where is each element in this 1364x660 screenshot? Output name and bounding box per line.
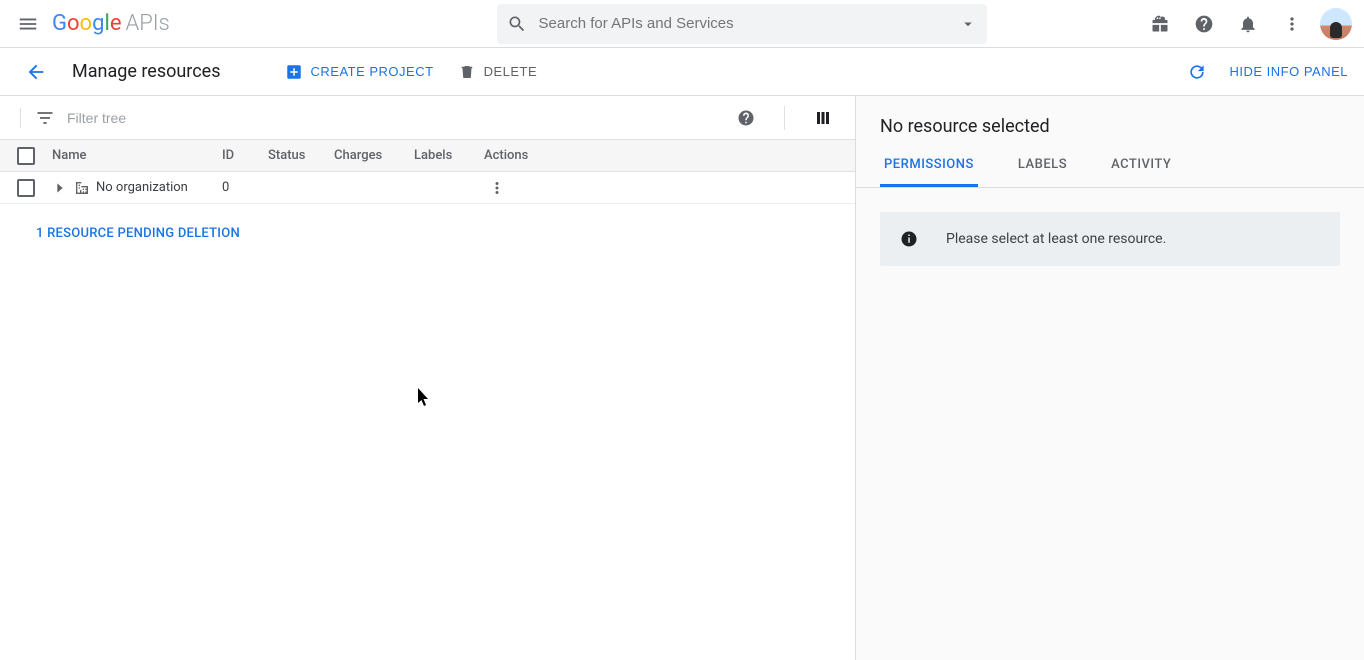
divider xyxy=(784,106,785,130)
info-panel: No resource selected PERMISSIONS LABELS … xyxy=(856,96,1364,660)
col-labels[interactable]: Labels xyxy=(414,148,484,163)
top-app-bar: Google APIs xyxy=(0,0,1364,48)
expand-chevron-icon[interactable] xyxy=(52,180,68,196)
product-name: APIs xyxy=(125,11,169,36)
info-notice-text: Please select at least one resource. xyxy=(946,231,1166,247)
table-help-icon[interactable] xyxy=(726,98,766,138)
notifications-icon[interactable] xyxy=(1228,4,1268,44)
info-panel-tabs: PERMISSIONS LABELS ACTIVITY xyxy=(856,149,1364,188)
back-arrow-icon[interactable] xyxy=(16,52,56,92)
delete-button[interactable]: DELETE xyxy=(450,55,546,89)
table-header: Name ID Status Charges Labels Actions xyxy=(0,140,855,172)
domain-icon xyxy=(74,180,90,196)
pending-deletion-link[interactable]: 1 RESOURCE PENDING DELETION xyxy=(36,226,240,241)
help-icon[interactable] xyxy=(1184,4,1224,44)
row-name: No organization xyxy=(96,180,188,195)
col-status[interactable]: Status xyxy=(268,148,334,163)
delete-label: DELETE xyxy=(484,64,538,79)
hide-info-panel-button[interactable]: HIDE INFO PANEL xyxy=(1229,64,1348,79)
tab-activity[interactable]: ACTIVITY xyxy=(1107,149,1175,187)
create-project-label: CREATE PROJECT xyxy=(311,64,434,79)
refresh-icon[interactable] xyxy=(1177,52,1217,92)
row-checkbox[interactable] xyxy=(17,179,35,197)
tab-permissions[interactable]: PERMISSIONS xyxy=(880,149,978,187)
search-dropdown-icon[interactable] xyxy=(959,15,977,33)
more-vert-icon[interactable] xyxy=(1272,4,1312,44)
col-name[interactable]: Name xyxy=(52,148,222,163)
search-bar[interactable] xyxy=(497,4,987,44)
col-charges[interactable]: Charges xyxy=(334,148,414,163)
top-bar-actions xyxy=(1140,4,1352,44)
filter-input[interactable] xyxy=(67,110,726,126)
info-panel-notice: Please select at least one resource. xyxy=(880,212,1340,266)
filter-icon[interactable] xyxy=(35,108,55,128)
main-panel: Name ID Status Charges Labels Actions No… xyxy=(0,96,856,660)
filter-bar xyxy=(0,96,855,140)
gift-icon[interactable] xyxy=(1140,4,1180,44)
col-actions[interactable]: Actions xyxy=(484,148,554,163)
create-project-button[interactable]: CREATE PROJECT xyxy=(277,55,442,89)
action-bar: Manage resources CREATE PROJECT DELETE H… xyxy=(0,48,1364,96)
info-icon xyxy=(900,230,918,248)
page-title: Manage resources xyxy=(72,61,221,82)
trash-icon xyxy=(458,63,476,81)
account-avatar[interactable] xyxy=(1320,8,1352,40)
tab-labels[interactable]: LABELS xyxy=(1014,149,1071,187)
add-box-icon xyxy=(285,63,303,81)
info-panel-title: No resource selected xyxy=(856,96,1364,149)
row-actions-menu-icon[interactable] xyxy=(484,175,510,201)
col-id[interactable]: ID xyxy=(222,148,268,163)
column-chooser-icon[interactable] xyxy=(803,98,843,138)
row-id: 0 xyxy=(222,180,268,195)
search-input[interactable] xyxy=(527,15,959,32)
google-apis-logo[interactable]: Google APIs xyxy=(52,11,170,36)
table-row[interactable]: No organization 0 xyxy=(0,172,855,204)
page-action-buttons: CREATE PROJECT DELETE xyxy=(277,55,546,89)
hamburger-menu-icon[interactable] xyxy=(8,4,48,44)
select-all-checkbox[interactable] xyxy=(17,147,35,165)
search-icon xyxy=(507,14,527,34)
